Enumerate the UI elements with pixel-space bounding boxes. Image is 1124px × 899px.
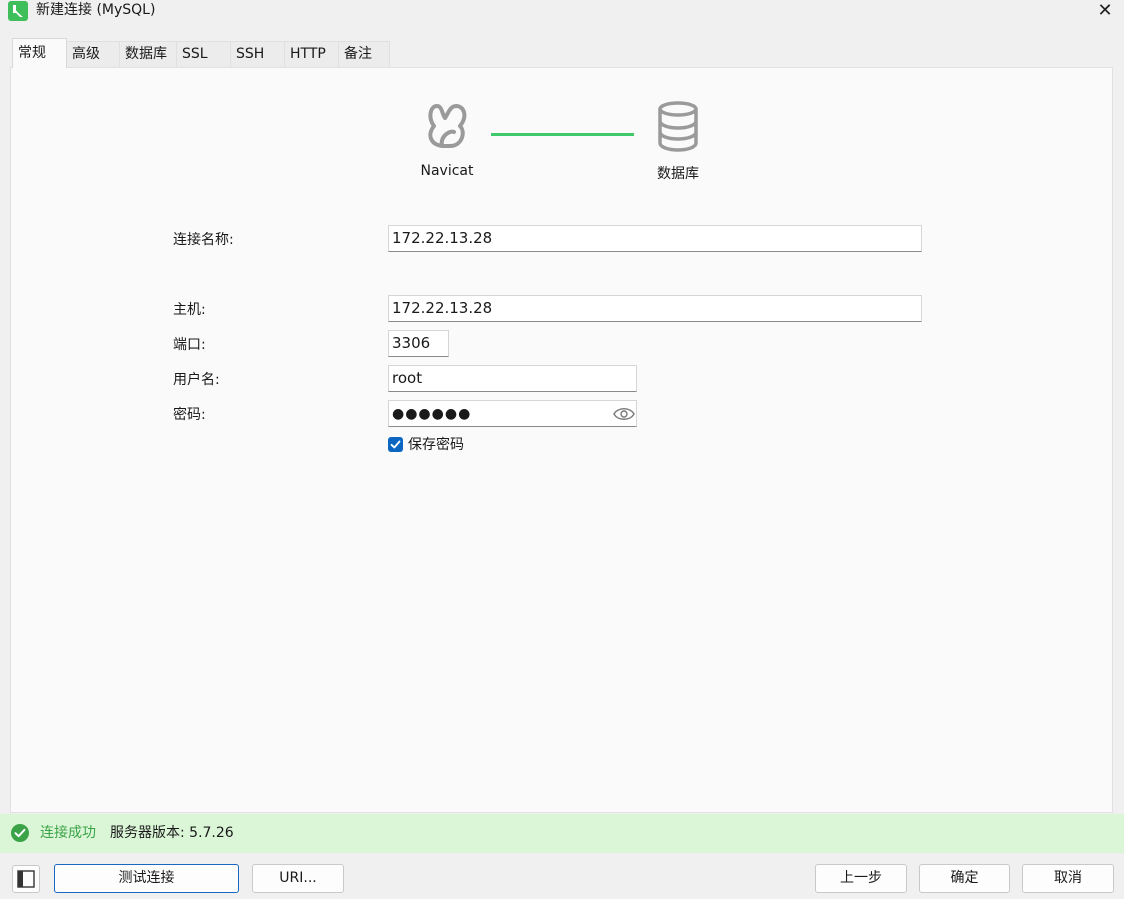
tab-advanced[interactable]: 高级 [67,41,120,67]
database-icon [658,101,698,152]
tab-ssl[interactable]: SSL [177,41,231,67]
close-button[interactable]: ✕ [1094,0,1116,22]
navicat-label: Navicat [420,163,474,179]
server-version-text: 服务器版本: 5.7.26 [110,825,234,841]
username-label: 用户名: [173,372,220,388]
connection-name-label: 连接名称: [173,232,234,248]
title-bar: 新建连接 (MySQL) ✕ [0,0,1124,22]
connection-name-input[interactable]: 172.22.13.28 [388,225,922,252]
cancel-button[interactable]: 取消 [1022,864,1114,893]
port-input[interactable]: 3306 [388,330,449,357]
username-input[interactable]: root [388,365,637,392]
port-label: 端口: [173,337,206,353]
host-label: 主机: [173,302,206,318]
window-title: 新建连接 (MySQL) [36,2,156,18]
tab-ssh[interactable]: SSH [231,41,285,67]
status-success-text: 连接成功 [40,825,96,841]
check-icon [390,440,401,449]
host-input[interactable]: 172.22.13.28 [388,295,922,322]
general-panel [10,67,1113,813]
database-label: 数据库 [657,166,699,182]
tab-http[interactable]: HTTP [285,41,339,67]
password-label: 密码: [173,407,206,423]
tab-general[interactable]: 常规 [12,38,67,68]
check-circle-icon [11,824,29,842]
password-masked-value: ●●●●●● [392,406,472,422]
save-password-label[interactable]: 保存密码 [408,436,464,454]
navicat-logo-icon [8,1,28,21]
ok-button[interactable]: 确定 [919,864,1010,893]
tab-notes[interactable]: 备注 [339,41,390,67]
uri-button[interactable]: URI... [252,864,344,893]
connection-line [491,133,634,136]
password-input[interactable]: ●●●●●● [388,400,637,427]
save-password-checkbox[interactable] [388,437,403,452]
navicat-icon [428,104,467,148]
test-connection-button[interactable]: 测试连接 [54,864,239,893]
eye-icon[interactable] [613,405,635,423]
status-bar: 连接成功 服务器版本: 5.7.26 [0,814,1124,853]
sidebar-toggle-button[interactable] [12,865,40,893]
previous-button[interactable]: 上一步 [815,864,907,893]
tab-databases[interactable]: 数据库 [120,41,177,67]
sidebar-toggle-icon [17,870,35,888]
